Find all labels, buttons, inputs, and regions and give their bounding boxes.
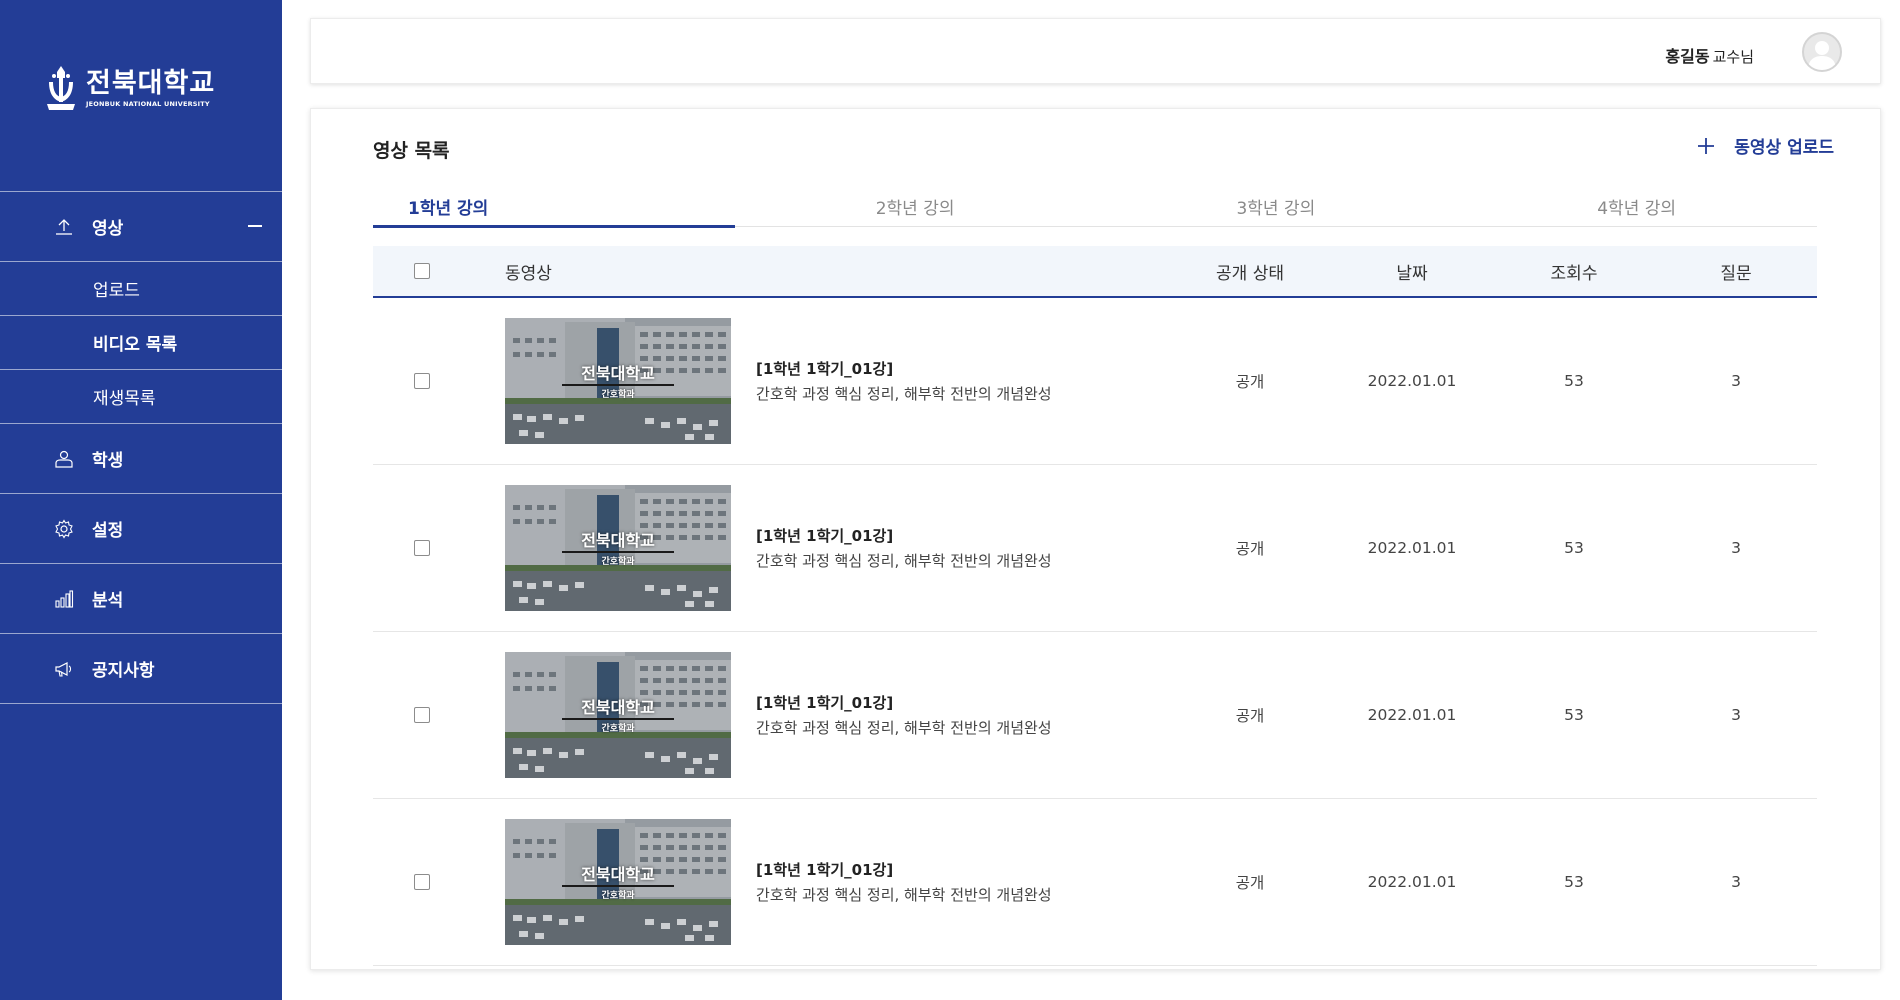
- plus-icon: [1698, 137, 1715, 154]
- video-date: 2022.01.01: [1367, 539, 1457, 557]
- sidebar: 전북대학교 JEONBUK NATIONAL UNIVERSITY 영상 업로드…: [0, 0, 282, 1000]
- thumbnail-divider: [562, 885, 675, 887]
- thumbnail-title: 전북대학교: [581, 865, 655, 884]
- row-checkbox[interactable]: [413, 874, 430, 890]
- grade-tabs: 1학년 강의 2학년 강의 3학년 강의 4학년 강의: [373, 185, 1817, 228]
- video-questions: 3: [1731, 706, 1741, 724]
- user-name: 홍길동: [1665, 47, 1710, 66]
- logo-korean-text: 전북대학교: [86, 67, 216, 99]
- table-row[interactable]: 전북대학교 간호학과 [1학년 1학기_01강] 간호학 과정 핵심 정리, 해…: [373, 465, 1817, 632]
- submenu-upload[interactable]: 업로드: [0, 262, 282, 315]
- column-header-date: 날짜: [1396, 263, 1428, 284]
- video-title[interactable]: [1학년 1학기_01강]: [756, 859, 1052, 880]
- table-row[interactable]: 전북대학교 간호학과 [1학년 1학기_01강] 간호학 과정 핵심 정리, 해…: [373, 298, 1817, 465]
- row-checkbox[interactable]: [413, 540, 430, 556]
- user-icon: [55, 450, 73, 468]
- thumbnail-title: 전북대학교: [581, 364, 655, 383]
- row-checkbox[interactable]: [413, 707, 430, 723]
- user-title: 교수님: [1712, 48, 1754, 66]
- video-date: 2022.01.01: [1367, 372, 1457, 390]
- video-thumbnail[interactable]: 전북대학교 간호학과: [505, 819, 732, 945]
- video-views: 53: [1564, 539, 1584, 557]
- bar-chart-icon: [55, 589, 74, 608]
- thumbnail-divider: [562, 551, 675, 553]
- table-header: 동영상 공개 상태 날짜 조회수 질문: [373, 246, 1817, 298]
- table-row[interactable]: 전북대학교 간호학과 [1학년 1학기_01강] 간호학 과정 핵심 정리, 해…: [373, 799, 1817, 966]
- sidebar-item-label: 영상: [92, 219, 124, 239]
- video-questions: 3: [1731, 372, 1741, 390]
- upload-video-label: 동영상 업로드: [1734, 138, 1834, 158]
- thumbnail-title: 전북대학교: [581, 698, 655, 717]
- tab-grade-3[interactable]: 3학년 강의: [1095, 185, 1456, 227]
- thumbnail-divider: [562, 718, 675, 720]
- megaphone-icon: [55, 661, 72, 677]
- sidebar-item-students[interactable]: 학생: [0, 424, 282, 493]
- video-date: 2022.01.01: [1367, 706, 1457, 724]
- submenu-playlist[interactable]: 재생목록: [0, 370, 282, 423]
- video-title[interactable]: [1학년 1학기_01강]: [756, 525, 1052, 546]
- avatar[interactable]: [1802, 32, 1842, 72]
- column-header-video: 동영상: [505, 263, 552, 284]
- tab-grade-1[interactable]: 1학년 강의: [373, 185, 735, 228]
- sidebar-item-label: 학생: [92, 451, 124, 471]
- sidebar-nav: 영상 업로드 비디오 목록 재생목록 학생 설정 분석 공지사항: [0, 191, 282, 704]
- thumbnail-subtitle: 간호학과: [601, 557, 635, 567]
- select-all-checkbox[interactable]: [413, 263, 430, 279]
- sidebar-item-label: 공지사항: [92, 661, 155, 681]
- sidebar-item-notices[interactable]: 공지사항: [0, 634, 282, 703]
- thumbnail-divider: [562, 384, 675, 386]
- video-views: 53: [1564, 706, 1584, 724]
- sidebar-item-video[interactable]: 영상: [0, 192, 282, 261]
- university-logo[interactable]: 전북대학교 JEONBUK NATIONAL UNIVERSITY: [44, 64, 215, 112]
- submenu-video-list[interactable]: 비디오 목록: [0, 316, 282, 369]
- video-views: 53: [1564, 873, 1584, 891]
- nav-divider: [0, 703, 282, 704]
- video-description: 간호학 과정 핵심 정리, 해부학 전반의 개념완성: [756, 385, 1052, 403]
- logo-english-text: JEONBUK NATIONAL UNIVERSITY: [86, 99, 210, 108]
- user-info[interactable]: 홍길동 교수님: [1665, 43, 1754, 67]
- video-status: 공개: [1235, 874, 1265, 892]
- gear-icon: [55, 518, 73, 539]
- thumbnail-subtitle: 간호학과: [601, 724, 635, 734]
- video-thumbnail[interactable]: 전북대학교 간호학과: [505, 485, 732, 611]
- thumbnail-title: 전북대학교: [581, 531, 655, 550]
- video-views: 53: [1564, 372, 1584, 390]
- tab-grade-4[interactable]: 4학년 강의: [1456, 185, 1817, 227]
- tab-grade-2[interactable]: 2학년 강의: [735, 185, 1096, 227]
- sidebar-item-label: 설정: [92, 521, 124, 541]
- video-list-card: 영상 목록 동영상 업로드 1학년 강의 2학년 강의 3학년 강의 4학년 강…: [310, 108, 1881, 970]
- sidebar-item-settings[interactable]: 설정: [0, 494, 282, 563]
- video-title[interactable]: [1학년 1학기_01강]: [756, 358, 1052, 379]
- video-status: 공개: [1235, 540, 1265, 558]
- collapse-minus-icon[interactable]: [248, 225, 262, 227]
- upload-icon: [56, 218, 72, 235]
- table-row[interactable]: 전북대학교 간호학과 [1학년 1학기_01강] 간호학 과정 핵심 정리, 해…: [373, 632, 1817, 799]
- thumbnail-subtitle: 간호학과: [601, 390, 635, 400]
- column-header-status: 공개 상태: [1216, 263, 1284, 284]
- video-questions: 3: [1731, 539, 1741, 557]
- video-description: 간호학 과정 핵심 정리, 해부학 전반의 개념완성: [756, 552, 1052, 570]
- column-header-questions: 질문: [1720, 263, 1752, 284]
- page-title: 영상 목록: [373, 140, 450, 162]
- thumbnail-subtitle: 간호학과: [601, 891, 635, 901]
- video-table: 동영상 공개 상태 날짜 조회수 질문 전북대학교 간호학과 [1학년 1학기_…: [373, 246, 1817, 966]
- video-description: 간호학 과정 핵심 정리, 해부학 전반의 개념완성: [756, 886, 1052, 904]
- table-body: 전북대학교 간호학과 [1학년 1학기_01강] 간호학 과정 핵심 정리, 해…: [373, 298, 1817, 966]
- user-avatar-icon: [1808, 41, 1836, 70]
- top-header: 홍길동 교수님: [310, 18, 1881, 84]
- column-header-views: 조회수: [1550, 263, 1598, 284]
- video-thumbnail[interactable]: 전북대학교 간호학과: [505, 652, 732, 778]
- video-thumbnail[interactable]: 전북대학교 간호학과: [505, 318, 732, 444]
- video-status: 공개: [1235, 707, 1265, 725]
- video-title[interactable]: [1학년 1학기_01강]: [756, 692, 1052, 713]
- sidebar-item-label: 분석: [92, 591, 124, 611]
- upload-video-button[interactable]: 동영상 업로드: [1696, 133, 1834, 158]
- video-date: 2022.01.01: [1367, 873, 1457, 891]
- row-checkbox[interactable]: [413, 373, 430, 389]
- sidebar-item-analytics[interactable]: 분석: [0, 564, 282, 633]
- video-description: 간호학 과정 핵심 정리, 해부학 전반의 개념완성: [756, 719, 1052, 737]
- university-emblem-icon: [47, 66, 75, 110]
- video-status: 공개: [1235, 373, 1265, 391]
- video-questions: 3: [1731, 873, 1741, 891]
